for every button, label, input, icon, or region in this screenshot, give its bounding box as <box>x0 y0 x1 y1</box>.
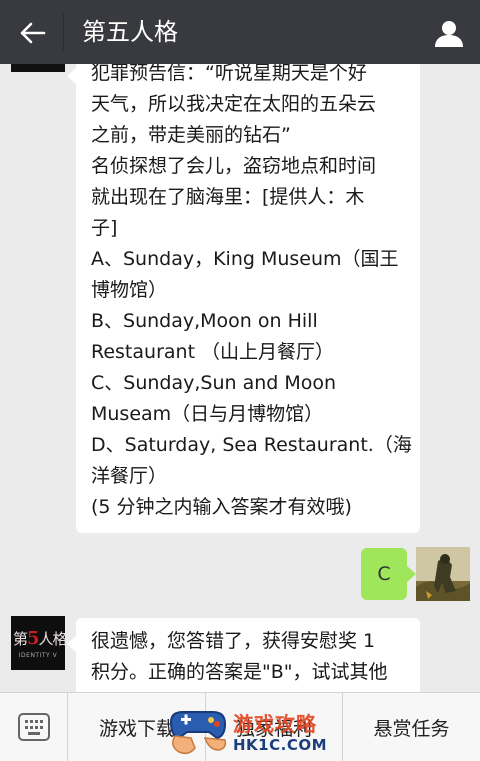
top-bar: 第五人格 <box>0 0 480 64</box>
message-line: A、Sunday，King Museum（国王 <box>91 248 399 270</box>
watermark: 游戏攻略 HK1C.COM <box>165 700 335 760</box>
message-line: 之前，带走美丽的钻石” <box>91 124 291 146</box>
page-title: 第五人格 <box>82 18 178 46</box>
message-line: 博物馆） <box>91 279 168 301</box>
user-avatar[interactable] <box>416 547 470 601</box>
message-bubble-answer[interactable]: C <box>361 548 416 600</box>
menu-item-reward-tasks[interactable]: 悬赏任务 <box>343 693 480 761</box>
message-line: 犯罪预告信：“听说星期天是个好 <box>91 64 367 84</box>
chat-area[interactable]: 犯罪预告信：“听说星期天是个好 天气，所以我决定在太阳的五朵云 之前，带走美丽的… <box>0 64 480 692</box>
message-line: 洋餐厅） <box>91 465 168 487</box>
back-arrow-icon <box>20 22 46 44</box>
message-line: B、Sunday,Moon on Hill <box>91 310 318 332</box>
message-line: 子] <box>91 217 118 239</box>
header-divider <box>63 14 64 50</box>
message-line: Museam（日与月博物馆） <box>91 403 324 425</box>
keyboard-toggle-button[interactable] <box>0 693 68 761</box>
message-line: (5 分钟之内输入答案才有效哦) <box>91 496 352 518</box>
message-line: 很遗憾，您答错了，获得安慰奖 1 <box>91 630 376 652</box>
message-line: D、Saturday, Sea Restaurant.（海 <box>91 434 412 456</box>
official-account-avatar[interactable]: 第5人格 IDENTITY V <box>11 616 65 670</box>
watermark-text: 游戏攻略 <box>233 712 317 736</box>
message-bubble-result[interactable]: 很遗憾，您答错了，获得安慰奖 1 积分。正确的答案是"B"，试试其他 <box>67 618 420 692</box>
message-line: 天气，所以我决定在太阳的五朵云 <box>91 93 377 115</box>
official-account-avatar[interactable] <box>11 64 65 72</box>
logo-wordmark: 第5人格 <box>13 628 65 649</box>
person-icon <box>435 21 463 47</box>
message-text: C <box>377 562 391 585</box>
message-line: C、Sunday,Sun and Moon <box>91 372 337 394</box>
message-line: 名侦探想了会儿，盗窃地点和时间 <box>91 155 377 177</box>
back-button[interactable] <box>14 14 52 52</box>
message-line: 就出现在了脑海里：[提供人：木 <box>91 186 365 208</box>
profile-button[interactable] <box>430 14 468 52</box>
message-bubble-riddle[interactable]: 犯罪预告信：“听说星期天是个好 天气，所以我决定在太阳的五朵云 之前，带走美丽的… <box>67 64 420 533</box>
logo-subtitle: IDENTITY V <box>18 652 58 659</box>
message-line: 积分。正确的答案是"B"，试试其他 <box>91 661 388 683</box>
user-avatar-image <box>416 547 470 601</box>
keyboard-icon <box>17 713 50 741</box>
watermark-url: HK1C.COM <box>233 736 328 754</box>
gamepad-hand-icon <box>169 711 227 755</box>
message-line: Restaurant （山上月餐厅） <box>91 341 335 363</box>
